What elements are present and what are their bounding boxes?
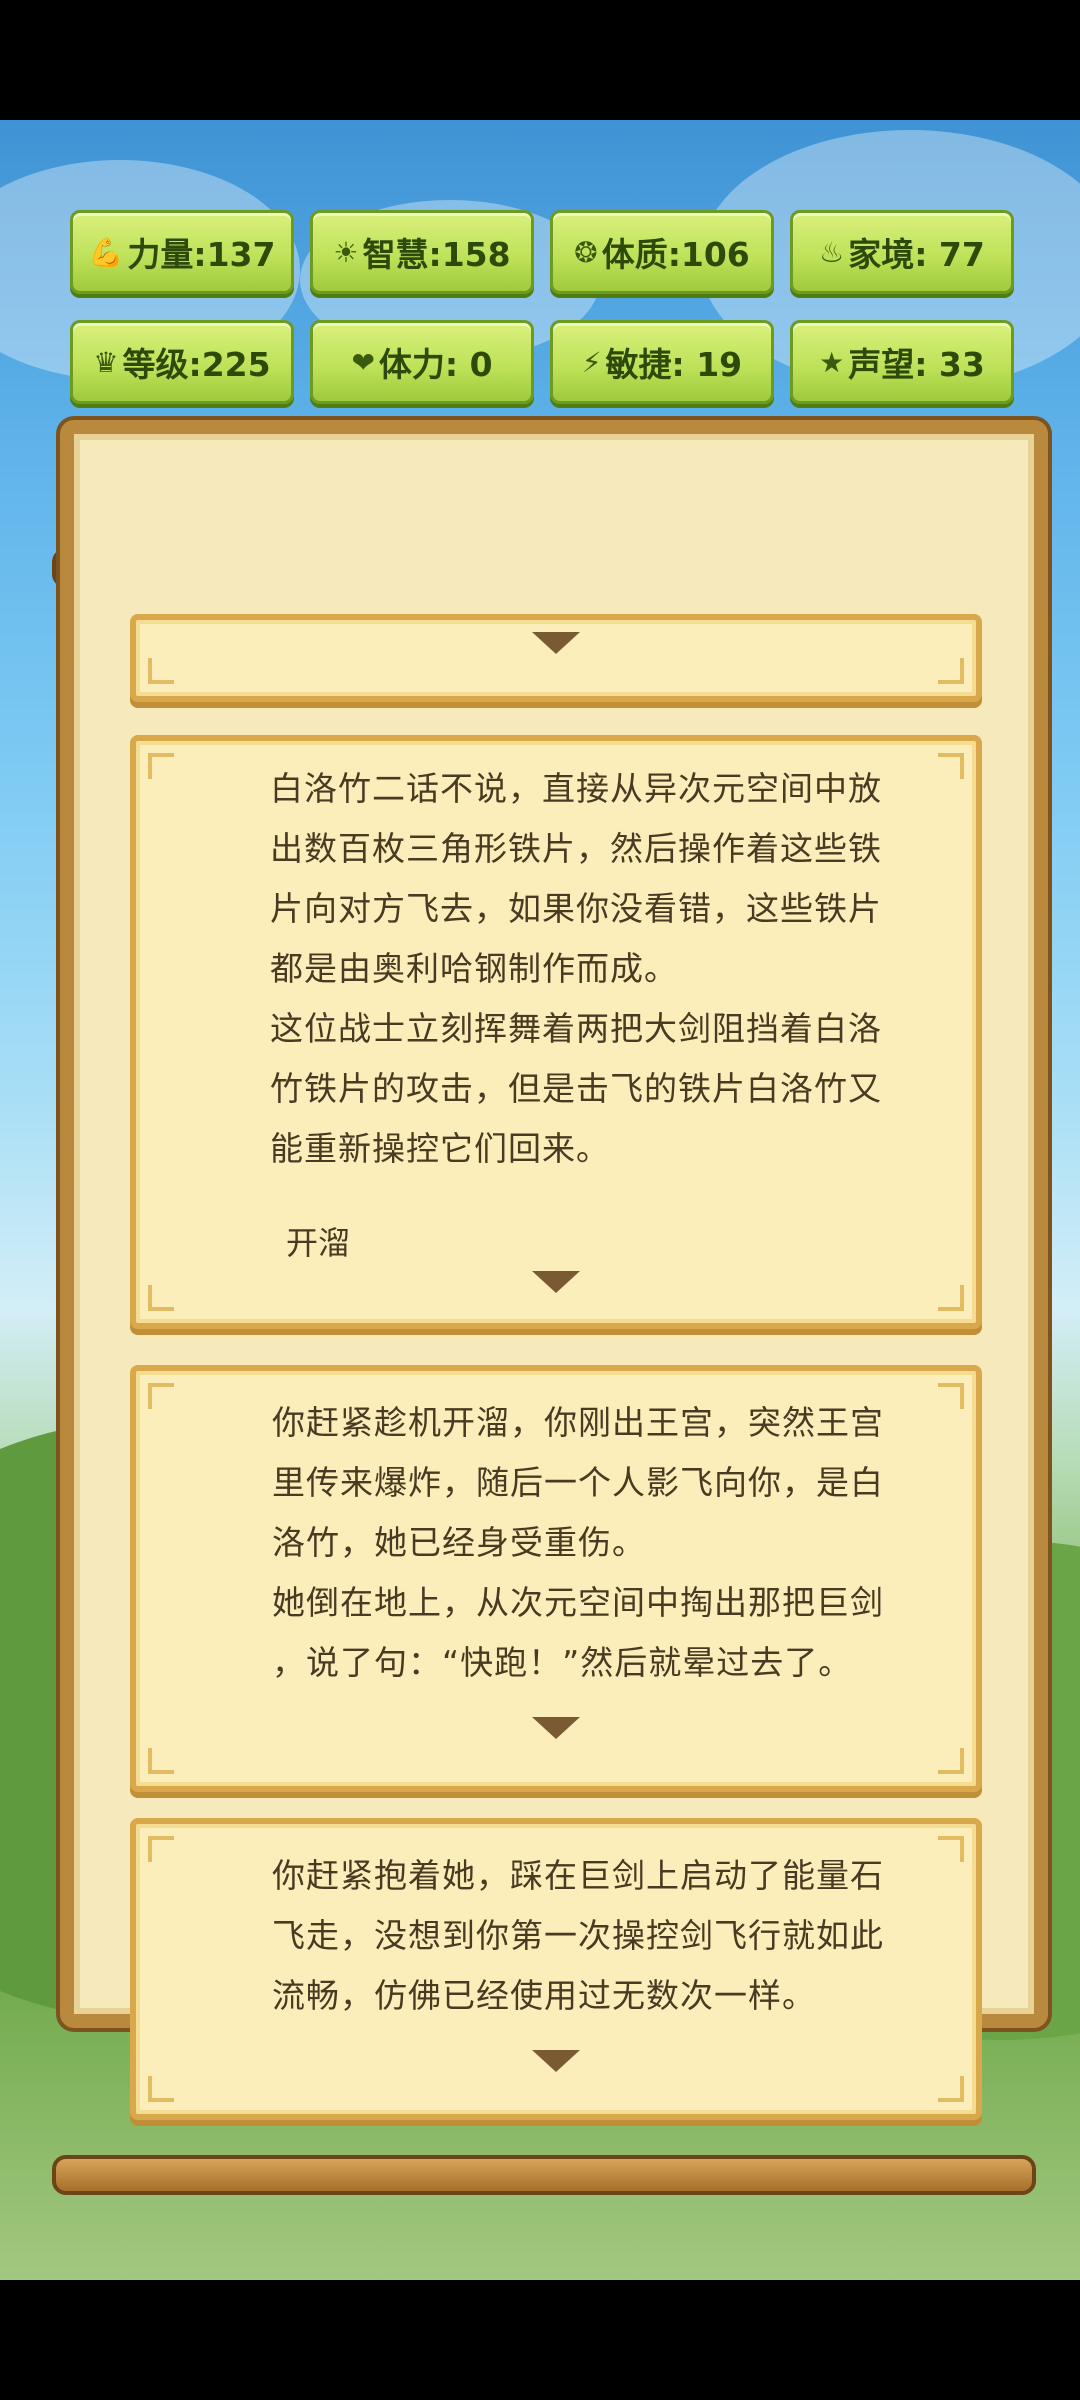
reputation-icon: ★: [819, 345, 845, 379]
stat-label: 智慧:158: [362, 235, 511, 274]
stat-label: 敏捷: 19: [605, 345, 743, 384]
story-line: 能重新操控它们回来。: [270, 1129, 610, 1168]
story-line: 这位战士立刻挥舞着两把大剑阻挡着白洛: [270, 1009, 882, 1048]
story-line: 片向对方飞去，如果你没看错，这些铁片: [270, 889, 882, 928]
stat-label: 体质:106: [601, 235, 750, 274]
stat-family: ♨ 家境: 77: [790, 210, 1014, 294]
status-bar: [0, 0, 1080, 120]
stat-stamina: ❤ 体力: 0: [310, 320, 534, 404]
story-card: 你赶紧趁机开溜，你刚出王宫，突然王宫 里传来爆炸，随后一个人影飞向你，是白 洛竹…: [130, 1365, 982, 1792]
triangle-down-icon: [532, 1271, 580, 1293]
stat-label: 体力: 0: [378, 345, 493, 384]
stat-label: 力量:137: [127, 235, 276, 274]
family-icon: ♨: [819, 235, 845, 269]
story-card: 白洛竹二话不说，直接从异次元空间中放 出数百枚三角形铁片，然后操作着这些铁 片向…: [130, 735, 982, 1329]
stat-level: ♛ 等级:225: [70, 320, 294, 404]
triangle-down-icon: [532, 1717, 580, 1739]
level-icon: ♛: [93, 345, 119, 379]
wisdom-icon: ☀: [333, 235, 359, 269]
stamina-icon: ❤: [351, 345, 375, 379]
story-line: 飞走，没想到你第一次操控剑飞行就如此: [272, 1916, 884, 1955]
story-line: 白洛竹二话不说，直接从异次元空间中放: [270, 769, 882, 808]
story-text: 白洛竹二话不说，直接从异次元空间中放 出数百枚三角形铁片，然后操作着这些铁 片向…: [270, 759, 950, 1179]
story-card: 你赶紧抱着她，踩在巨剑上启动了能量石 飞走，没想到你第一次操控剑飞行就如此 流畅…: [130, 1818, 982, 2120]
story-line: 流畅，仿佛已经使用过无数次一样。: [272, 1976, 816, 2015]
stat-label: 家境: 77: [848, 235, 985, 274]
story-line: 里传来爆炸，随后一个人影飞向你，是白: [272, 1463, 884, 1502]
stat-reputation: ★ 声望: 33: [790, 320, 1014, 404]
agility-icon: ⚡: [581, 345, 602, 379]
story-text: 你赶紧抱着她，踩在巨剑上启动了能量石 飞走，没想到你第一次操控剑飞行就如此 流畅…: [272, 1846, 952, 2026]
story-line: ，说了句：“快跑！”然后就晕过去了。: [272, 1643, 853, 1682]
strength-icon: 💪: [88, 235, 124, 269]
stat-label: 等级:225: [122, 345, 271, 384]
story-line: 你赶紧趁机开溜，你刚出王宫，突然王宫: [272, 1403, 884, 1442]
story-line: 洛竹，她已经身受重伤。: [272, 1523, 646, 1562]
stat-wisdom: ☀ 智慧:158: [310, 210, 534, 294]
story-card-previous: [130, 614, 982, 702]
scroll-bottom-rod: [52, 2155, 1036, 2195]
stat-constitution: ❂ 体质:106: [550, 210, 774, 294]
stat-strength: 💪 力量:137: [70, 210, 294, 294]
choice-option-flee[interactable]: 开溜: [286, 1218, 350, 1264]
triangle-down-icon: [532, 632, 580, 654]
story-text: 你赶紧趁机开溜，你刚出王宫，突然王宫 里传来爆炸，随后一个人影飞向你，是白 洛竹…: [272, 1393, 952, 1693]
story-line: 你赶紧抱着她，踩在巨剑上启动了能量石: [272, 1856, 884, 1895]
navigation-bar: [0, 2280, 1080, 2400]
story-line: 竹铁片的攻击，但是击飞的铁片白洛竹又: [270, 1069, 882, 1108]
story-line: 她倒在地上，从次元空间中掏出那把巨剑: [272, 1583, 884, 1622]
constitution-icon: ❂: [574, 235, 598, 269]
story-line: 出数百枚三角形铁片，然后操作着这些铁: [270, 829, 882, 868]
stat-agility: ⚡ 敏捷: 19: [550, 320, 774, 404]
triangle-down-icon: [532, 2050, 580, 2072]
stat-label: 声望: 33: [848, 345, 985, 384]
story-line: 都是由奥利哈钢制作而成。: [270, 949, 678, 988]
